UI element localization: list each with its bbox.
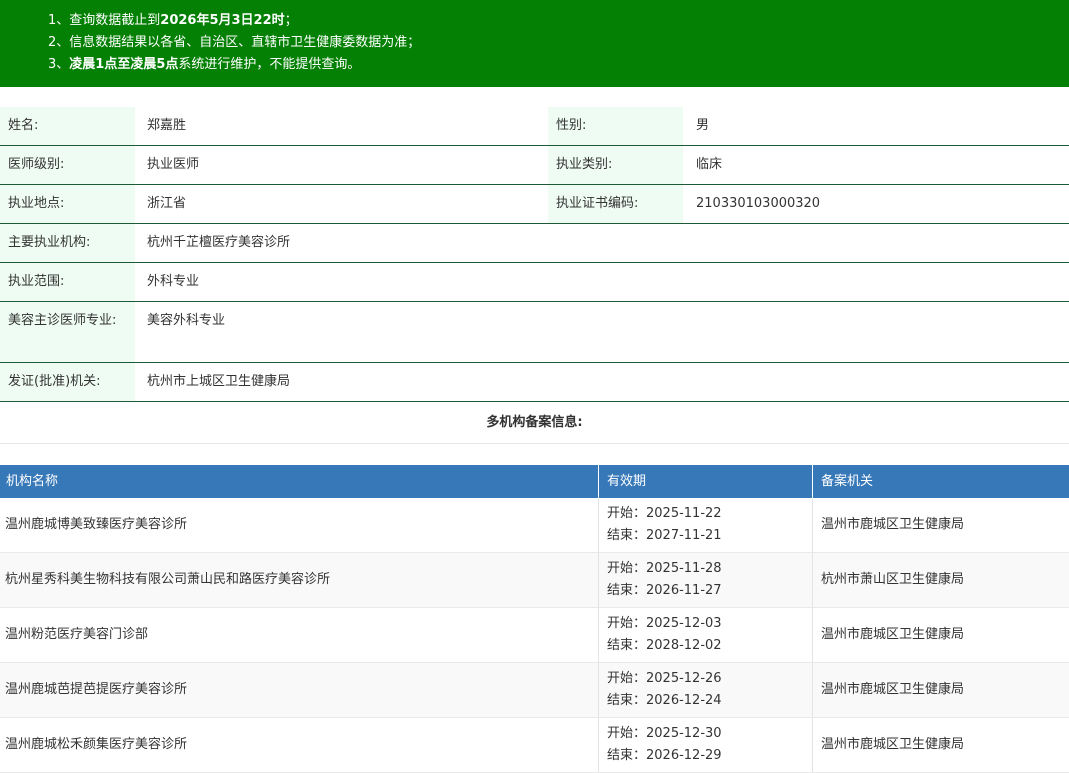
start-date: 开始：2025-12-03 <box>607 616 722 631</box>
cosmetic-label: 美容主诊医师专业: <box>0 302 135 362</box>
notice-line-3: 3、凌晨1点至凌晨5点系统进行维护，不能提供查询。 <box>48 54 360 76</box>
end-date: 结束：2026-12-24 <box>607 693 722 708</box>
start-date: 开始：2025-11-22 <box>607 506 722 521</box>
header-validity: 有效期 <box>599 465 813 498</box>
notice-banner: 1、查询数据截止到2026年5月3日22时； 2、信息数据结果以各省、自治区、直… <box>0 0 1069 87</box>
doctor-info-table: 姓名: 郑嘉胜 性别: 男 医师级别: 执业医师 执业类别: 临床 执业地点: … <box>0 107 1069 402</box>
notice-text: 系统进行维护，不能提供查询。 <box>178 57 361 72</box>
cert-value: 210330103000320 <box>696 196 821 211</box>
org-cell: 温州鹿城松禾颜集医疗美容诊所 <box>0 718 599 772</box>
notice-text: 3、 <box>48 57 70 72</box>
agency-cell: 温州市鹿城区卫生健康局 <box>821 682 965 697</box>
table-row: 温州鹿城博美致臻医疗美容诊所 开始：2025-11-22 结束：2027-11-… <box>0 498 1069 553</box>
notice-bold-text: 2026年5月3日22时 <box>160 13 285 28</box>
info-row: 发证(批准)机关: 杭州市上城区卫生健康局 <box>0 363 1069 402</box>
validity-cell: 开始：2025-12-30 结束：2026-12-29 <box>599 718 813 772</box>
org-label: 主要执业机构: <box>0 224 135 262</box>
scope-label: 执业范围: <box>0 263 135 301</box>
cosmetic-value: 美容外科专业 <box>147 313 226 328</box>
notice-line-1: 1、查询数据截止到2026年5月3日22时； <box>48 10 298 32</box>
org-cell: 温州鹿城博美致臻医疗美容诊所 <box>0 498 599 552</box>
end-date: 结束：2026-11-27 <box>607 583 722 598</box>
location-label: 执业地点: <box>0 185 135 223</box>
table-row: 杭州星秀科美生物科技有限公司萧山民和路医疗美容诊所 开始：2025-11-28 … <box>0 553 1069 608</box>
notice-text: 1、查询数据截止到 <box>48 13 161 28</box>
header-agency: 备案机关 <box>821 474 874 489</box>
notice-text: ； <box>284 13 298 28</box>
validity-cell: 开始：2025-12-03 结束：2028-12-02 <box>599 608 813 662</box>
table-row: 温州鹿城松禾颜集医疗美容诊所 开始：2025-12-30 结束：2026-12-… <box>0 718 1069 773</box>
info-row: 姓名: 郑嘉胜 性别: 男 <box>0 107 1069 146</box>
header-org: 机构名称 <box>0 465 599 498</box>
table-row: 温州鹿城芭提芭提医疗美容诊所 开始：2025-12-26 结束：2026-12-… <box>0 663 1069 718</box>
table-header: 机构名称 有效期 备案机关 <box>0 465 1069 498</box>
notice-line-2: 2、信息数据结果以各省、自治区、直辖市卫生健康委数据为准； <box>48 35 421 50</box>
info-row: 执业范围: 外科专业 <box>0 263 1069 302</box>
end-date: 结束：2028-12-02 <box>607 638 722 653</box>
table-row: 温州粉范医疗美容门诊部 开始：2025-12-03 结束：2028-12-02 … <box>0 608 1069 663</box>
gender-value: 男 <box>696 118 710 133</box>
issuer-label: 发证(批准)机关: <box>0 363 135 401</box>
notice-bold-text: 凌晨1点至凌晨5点 <box>69 57 179 72</box>
category-value: 临床 <box>696 157 723 172</box>
agency-cell: 温州市鹿城区卫生健康局 <box>821 737 965 752</box>
org-cell: 杭州星秀科美生物科技有限公司萧山民和路医疗美容诊所 <box>0 553 599 607</box>
info-row: 医师级别: 执业医师 执业类别: 临床 <box>0 146 1069 185</box>
validity-cell: 开始：2025-11-22 结束：2027-11-21 <box>599 498 813 552</box>
issuer-value: 杭州市上城区卫生健康局 <box>147 374 291 389</box>
name-label: 姓名: <box>0 107 135 145</box>
location-value: 浙江省 <box>147 196 187 211</box>
info-row: 美容主诊医师专业: 美容外科专业 <box>0 302 1069 363</box>
gender-label: 性别: <box>548 107 683 145</box>
multi-org-title: 多机构备案信息: <box>0 401 1069 444</box>
name-value: 郑嘉胜 <box>147 118 187 133</box>
validity-cell: 开始：2025-12-26 结束：2026-12-24 <box>599 663 813 717</box>
cert-label: 执业证书编码: <box>548 185 683 223</box>
start-date: 开始：2025-12-30 <box>607 726 722 741</box>
level-value: 执业医师 <box>147 157 200 172</box>
scope-value: 外科专业 <box>147 274 200 289</box>
info-row: 主要执业机构: 杭州千芷檀医疗美容诊所 <box>0 224 1069 263</box>
agency-cell: 温州市鹿城区卫生健康局 <box>821 627 965 642</box>
end-date: 结束：2026-12-29 <box>607 748 722 763</box>
multi-org-table: 机构名称 有效期 备案机关 温州鹿城博美致臻医疗美容诊所 开始：2025-11-… <box>0 465 1069 773</box>
agency-cell: 杭州市萧山区卫生健康局 <box>821 572 965 587</box>
info-row: 执业地点: 浙江省 执业证书编码: 210330103000320 <box>0 185 1069 224</box>
end-date: 结束：2027-11-21 <box>607 528 722 543</box>
org-cell: 温州鹿城芭提芭提医疗美容诊所 <box>0 663 599 717</box>
org-cell: 温州粉范医疗美容门诊部 <box>0 608 599 662</box>
validity-cell: 开始：2025-11-28 结束：2026-11-27 <box>599 553 813 607</box>
level-label: 医师级别: <box>0 146 135 184</box>
org-value: 杭州千芷檀医疗美容诊所 <box>147 235 291 250</box>
category-label: 执业类别: <box>548 146 683 184</box>
agency-cell: 温州市鹿城区卫生健康局 <box>821 517 965 532</box>
start-date: 开始：2025-12-26 <box>607 671 722 686</box>
start-date: 开始：2025-11-28 <box>607 561 722 576</box>
